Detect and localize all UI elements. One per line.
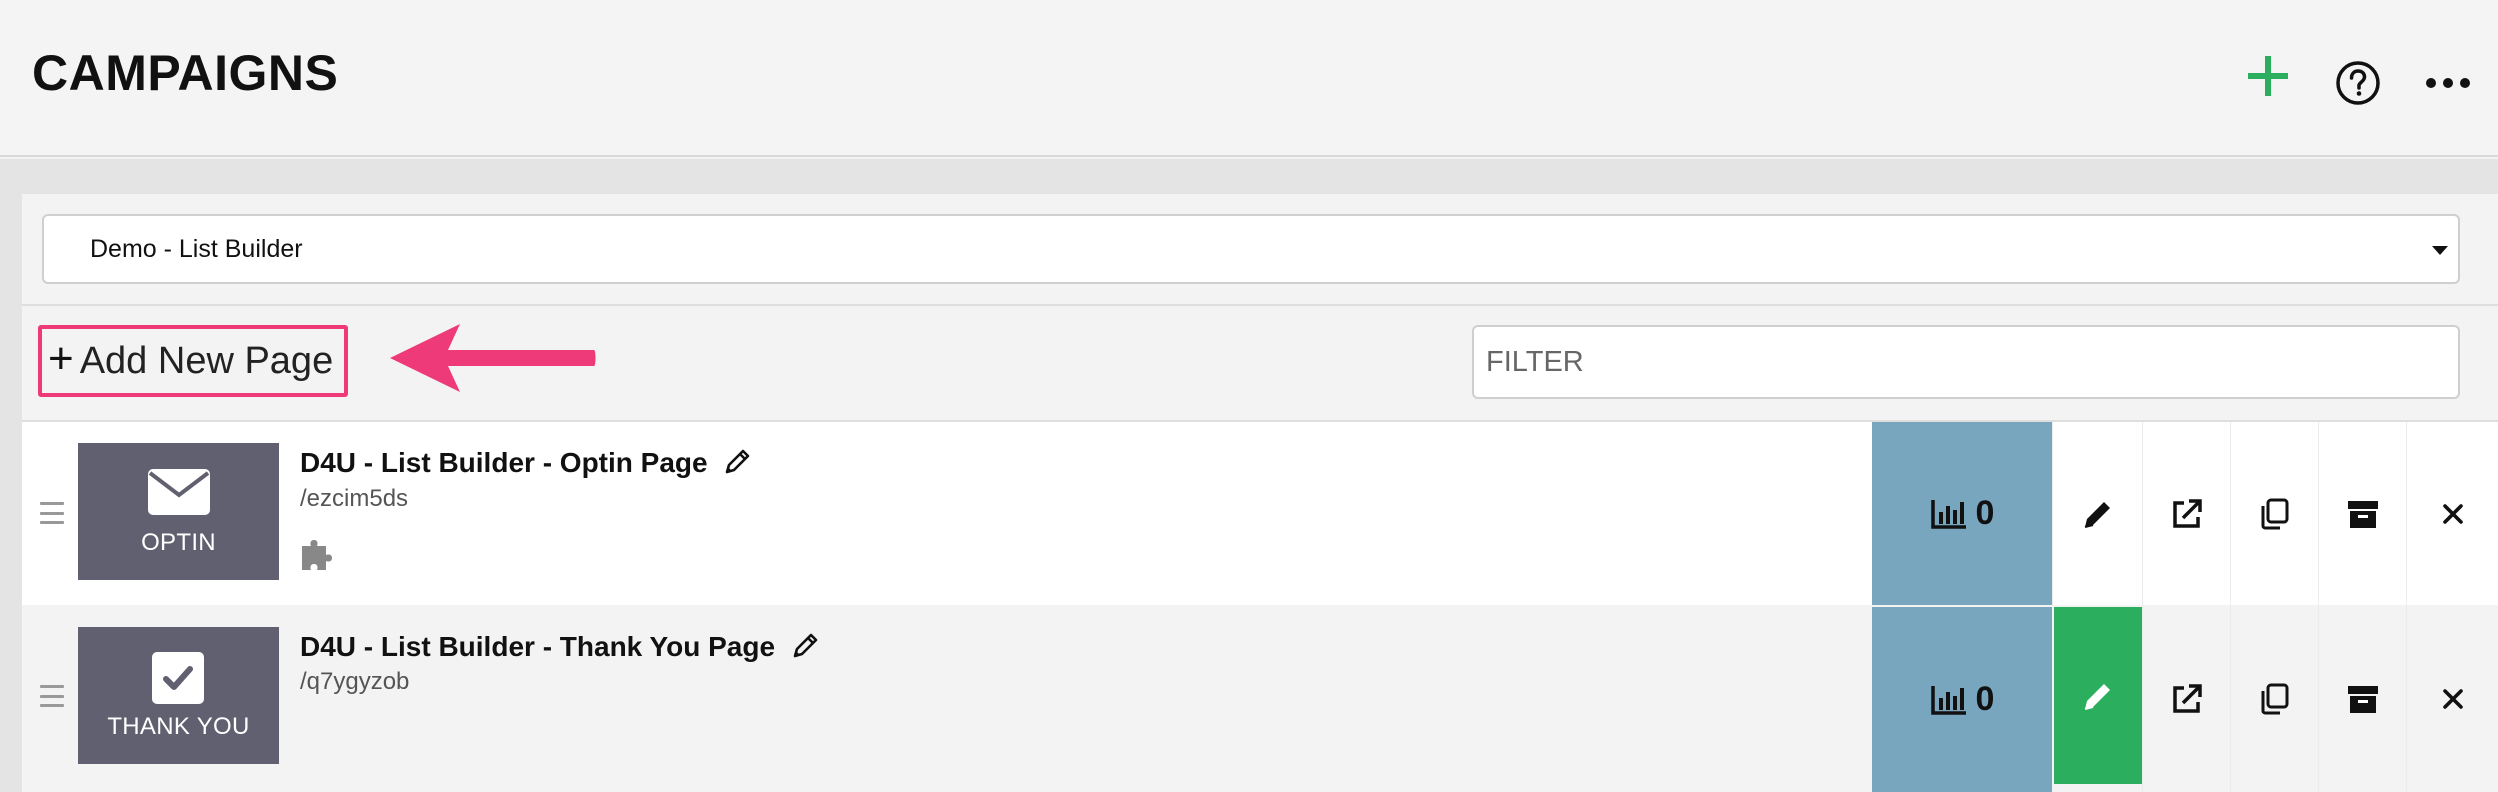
archive-page-button[interactable]: [2318, 422, 2406, 605]
stats-count: 0: [1975, 680, 1995, 718]
stats-button[interactable]: 0: [1872, 607, 2052, 792]
stats-count: 0: [1975, 494, 1995, 532]
drag-handle-icon[interactable]: [40, 502, 64, 524]
page-title: CAMPAIGNS: [32, 45, 339, 101]
stats-button[interactable]: 0: [1872, 422, 2052, 605]
delete-page-button[interactable]: [2406, 422, 2498, 605]
pencil-icon: [2084, 501, 2110, 528]
thumbnail-label: OPTIN: [141, 529, 216, 556]
campaign-panel: Demo - List Builder + Add New Page OPTIN: [22, 194, 2498, 792]
add-campaign-button[interactable]: [2240, 48, 2296, 104]
campaign-select[interactable]: Demo - List Builder: [42, 214, 2460, 284]
close-icon: [2442, 503, 2463, 524]
divider: [22, 304, 2498, 306]
checkbox-icon: [152, 652, 204, 704]
page-name: D4U - List Builder - Thank You Page: [300, 630, 821, 667]
add-new-page-label: Add New Page: [79, 339, 334, 382]
pencil-icon: [2084, 683, 2110, 710]
copy-icon: [2261, 498, 2288, 529]
help-circle-icon: [2336, 61, 2380, 105]
rename-pencil-icon[interactable]: [723, 446, 753, 483]
archive-page-button[interactable]: [2318, 605, 2406, 792]
more-horizontal-icon: [2426, 78, 2470, 88]
delete-page-button[interactable]: [2406, 605, 2498, 792]
content-area: Demo - List Builder + Add New Page OPTIN: [0, 159, 2498, 792]
bar-chart-icon: [1930, 685, 1966, 715]
external-link-icon: [2172, 683, 2202, 713]
bar-chart-icon: [1930, 499, 1966, 529]
page-thumbnail[interactable]: THANK YOU: [78, 627, 279, 764]
page-thumbnail[interactable]: OPTIN: [78, 443, 279, 580]
add-new-page-button[interactable]: + Add New Page: [38, 325, 348, 397]
thumbnail-label: THANK YOU: [107, 713, 250, 740]
page-row: THANK YOU D4U - List Builder - Thank You…: [22, 605, 2498, 792]
edit-page-button[interactable]: [2052, 422, 2142, 605]
page-name: D4U - List Builder - Optin Page: [300, 446, 753, 483]
archive-icon: [2347, 685, 2378, 713]
annotation-arrow-icon: [390, 324, 596, 392]
external-link-icon: [2172, 498, 2202, 528]
drag-handle-icon[interactable]: [40, 685, 64, 707]
plus-icon: +: [48, 334, 74, 383]
clone-page-button[interactable]: [2230, 422, 2318, 605]
archive-icon: [2347, 500, 2378, 528]
open-page-button[interactable]: [2142, 605, 2230, 792]
open-page-button[interactable]: [2142, 422, 2230, 605]
page-slug: /q7ygyzob: [300, 668, 410, 695]
page-row: OPTIN D4U - List Builder - Optin Page /e…: [22, 422, 2498, 605]
more-options-button[interactable]: [2420, 55, 2476, 111]
chevron-down-icon: [2432, 246, 2448, 255]
page-name-text: D4U - List Builder - Optin Page: [300, 446, 708, 478]
app-header: CAMPAIGNS: [0, 0, 2498, 157]
close-icon: [2442, 688, 2463, 709]
help-button[interactable]: [2330, 55, 2386, 111]
plus-icon: [2248, 56, 2288, 96]
page-slug: /ezcim5ds: [300, 485, 409, 512]
rename-pencil-icon[interactable]: [791, 630, 821, 667]
page-name-text: D4U - List Builder - Thank You Page: [300, 630, 776, 662]
envelope-icon: [148, 469, 210, 515]
edit-page-button[interactable]: [2054, 607, 2142, 784]
clone-page-button[interactable]: [2230, 605, 2318, 792]
filter-input[interactable]: [1472, 325, 2460, 399]
campaign-select-value: Demo - List Builder: [90, 234, 303, 263]
copy-icon: [2261, 683, 2288, 714]
puzzle-piece-icon[interactable]: [298, 536, 336, 574]
